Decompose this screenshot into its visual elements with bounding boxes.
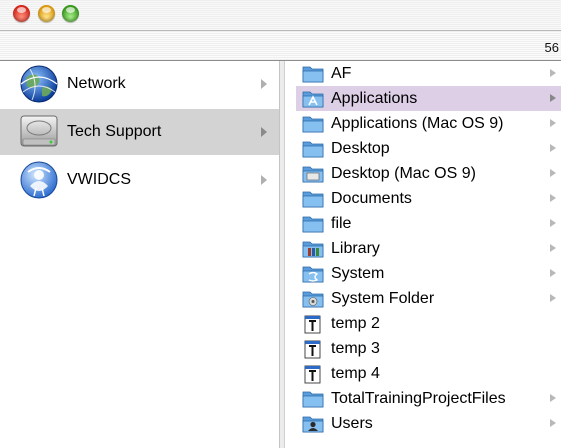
submenu-arrow-icon — [261, 127, 267, 137]
text-document-icon — [302, 363, 324, 384]
column3-item[interactable]: TotalTrainingProjectFiles — [296, 386, 561, 411]
text-document-icon — [302, 313, 324, 334]
column3-item-label: AF — [331, 65, 352, 82]
submenu-arrow-icon — [550, 394, 556, 402]
hard-drive-icon — [20, 115, 58, 147]
folder-icon — [302, 63, 324, 84]
desktop-folder-icon — [302, 163, 324, 184]
text-document-icon — [302, 338, 324, 359]
close-button[interactable] — [13, 5, 30, 22]
system-folder-os9-icon — [302, 288, 324, 309]
folder-icon — [302, 213, 324, 234]
applications-folder-icon — [302, 88, 324, 109]
column3-item-label: temp 4 — [331, 365, 380, 382]
column3-item-label: TotalTrainingProjectFiles — [331, 390, 506, 407]
submenu-arrow-icon — [550, 69, 556, 77]
column3-item[interactable]: System Folder — [296, 286, 561, 311]
column1-item-label: Network — [67, 75, 126, 92]
column3-item-label: Documents — [331, 190, 412, 207]
submenu-arrow-icon — [550, 419, 556, 427]
status-bar: 56 — [0, 31, 561, 61]
column3-item[interactable]: AF — [296, 61, 561, 86]
column1-item-label: VWIDCS — [67, 171, 131, 188]
column3-item-label: Desktop (Mac OS 9) — [331, 165, 476, 182]
zoom-button[interactable] — [62, 5, 79, 22]
column3-item[interactable]: Applications (Mac OS 9) — [296, 111, 561, 136]
submenu-arrow-icon — [550, 294, 556, 302]
column3-item[interactable]: System — [296, 261, 561, 286]
network-globe-icon — [20, 65, 58, 103]
column3-item-label: file — [331, 215, 352, 232]
folder-icon — [302, 113, 324, 134]
column1-item-tech-support[interactable]: Tech Support — [0, 109, 279, 155]
column3-item-label: System — [331, 265, 385, 282]
column3-item-label: Library — [331, 240, 380, 257]
browser-column-1[interactable]: Network Tech Support VWIDCS — [0, 61, 280, 448]
column3-item[interactable]: file — [296, 211, 561, 236]
submenu-arrow-icon — [550, 194, 556, 202]
column1-item-label: Tech Support — [67, 123, 162, 140]
network-user-icon — [20, 161, 58, 199]
column1-item-network[interactable]: Network — [14, 61, 279, 107]
submenu-arrow-icon — [550, 269, 556, 277]
column3-item-label: Desktop — [331, 140, 390, 157]
column3-item[interactable]: Library — [296, 236, 561, 261]
column3-item[interactable]: Documents — [296, 186, 561, 211]
window-titlebar[interactable] — [0, 0, 561, 31]
folder-icon — [302, 388, 324, 409]
column3-item[interactable]: Users — [296, 411, 561, 436]
column1-item-vwidcs[interactable]: VWIDCS — [14, 157, 279, 203]
column3-item[interactable]: temp 3 — [296, 336, 561, 361]
browser-column-3[interactable]: AF Applications Applications (Mac OS 9) Des… — [285, 61, 561, 448]
folder-icon — [302, 138, 324, 159]
submenu-arrow-icon — [550, 244, 556, 252]
submenu-arrow-icon — [261, 79, 267, 89]
folder-icon — [302, 188, 324, 209]
column3-item-label: temp 3 — [331, 340, 380, 357]
submenu-arrow-icon — [550, 94, 556, 102]
status-item-count: 56 — [544, 40, 559, 55]
column3-item[interactable]: Applications — [296, 86, 561, 111]
column3-item-label: Applications — [331, 90, 418, 107]
system-folder-icon — [302, 263, 324, 284]
column3-item[interactable]: Desktop (Mac OS 9) — [296, 161, 561, 186]
column3-item-label: Applications (Mac OS 9) — [331, 115, 504, 132]
library-folder-icon — [302, 238, 324, 259]
submenu-arrow-icon — [550, 219, 556, 227]
users-folder-icon — [302, 413, 324, 434]
submenu-arrow-icon — [550, 144, 556, 152]
column3-item-label: System Folder — [331, 290, 435, 307]
column3-item-label: temp 2 — [331, 315, 380, 332]
submenu-arrow-icon — [261, 175, 267, 185]
column3-item-label: Users — [331, 415, 373, 432]
column3-item[interactable]: temp 2 — [296, 311, 561, 336]
minimize-button[interactable] — [38, 5, 55, 22]
submenu-arrow-icon — [550, 119, 556, 127]
column3-item[interactable]: temp 4 — [296, 361, 561, 386]
submenu-arrow-icon — [550, 169, 556, 177]
column3-item[interactable]: Desktop — [296, 136, 561, 161]
